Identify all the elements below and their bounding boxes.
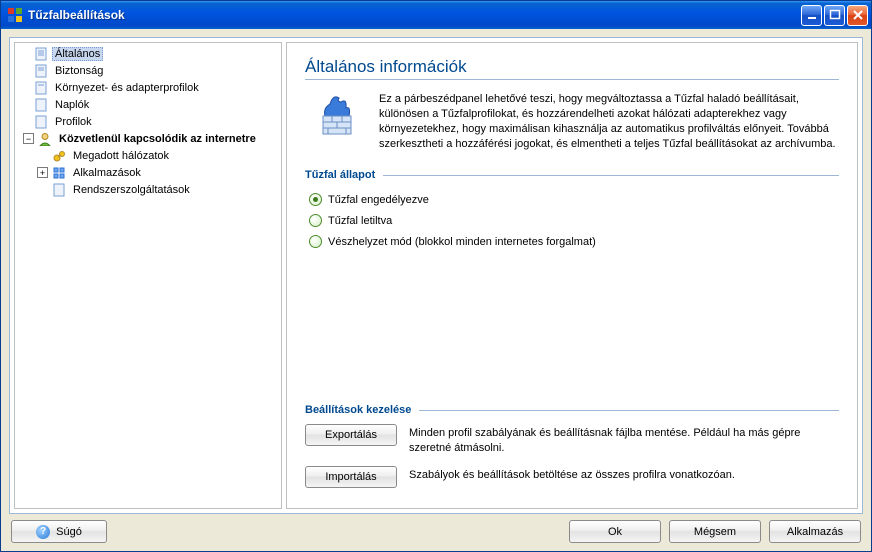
radio-label: Tűzfal letiltva bbox=[328, 215, 392, 227]
export-row: Exportálás Minden profil szabályának és … bbox=[305, 424, 839, 456]
sidebar-item-applications[interactable]: + Alkalmazások bbox=[15, 164, 281, 181]
firewall-icon bbox=[313, 92, 361, 140]
content-title: Általános információk bbox=[305, 57, 839, 80]
page-icon bbox=[33, 97, 49, 113]
divider bbox=[383, 175, 839, 176]
window-title: Tűzfalbeállítások bbox=[28, 8, 799, 22]
content-area: Általános Biztonság Környezet- és adapte… bbox=[1, 29, 871, 551]
sidebar-item-system-services[interactable]: Rendszerszolgáltatások bbox=[15, 181, 281, 198]
page-icon bbox=[33, 63, 49, 79]
apps-icon bbox=[51, 165, 67, 181]
maximize-button[interactable] bbox=[824, 5, 845, 26]
sidebar-item-label: Rendszerszolgáltatások bbox=[70, 183, 193, 197]
sidebar-item-label: Közvetlenül kapcsolódik az internetre bbox=[56, 132, 259, 146]
sidebar-item-label: Biztonság bbox=[52, 64, 106, 78]
page-icon bbox=[51, 182, 67, 198]
help-button[interactable]: ? Súgó bbox=[11, 520, 107, 543]
user-icon bbox=[37, 131, 53, 147]
apply-button[interactable]: Alkalmazás bbox=[769, 520, 861, 543]
minimize-button[interactable] bbox=[801, 5, 822, 26]
app-icon bbox=[7, 7, 23, 23]
sidebar-item-direct-internet[interactable]: − Közvetlenül kapcsolódik az internetre bbox=[15, 130, 281, 147]
help-icon: ? bbox=[36, 525, 50, 539]
sidebar-item-label: Profilok bbox=[52, 115, 95, 129]
radio-icon bbox=[309, 193, 322, 206]
sidebar-item-networks[interactable]: Megadott hálózatok bbox=[15, 147, 281, 164]
export-description: Minden profil szabályának és beállításna… bbox=[409, 424, 839, 456]
network-icon bbox=[51, 148, 67, 164]
radio-label: Tűzfal engedélyezve bbox=[328, 194, 429, 206]
sidebar-item-label: Általános bbox=[52, 47, 103, 61]
import-row: Importálás Szabályok és beállítások betö… bbox=[305, 466, 839, 488]
help-label: Súgó bbox=[56, 526, 82, 538]
radio-firewall-enabled[interactable]: Tűzfal engedélyezve bbox=[309, 193, 839, 206]
page-icon bbox=[33, 80, 49, 96]
sidebar-item-label: Alkalmazások bbox=[70, 166, 144, 180]
close-button[interactable] bbox=[847, 5, 868, 26]
radio-icon bbox=[309, 214, 322, 227]
titlebar: Tűzfalbeállítások bbox=[1, 1, 871, 29]
radio-firewall-disabled[interactable]: Tűzfal letiltva bbox=[309, 214, 839, 227]
sidebar-item-security[interactable]: Biztonság bbox=[15, 62, 281, 79]
page-icon bbox=[33, 46, 49, 62]
info-row: Ez a párbeszédpanel lehetővé teszi, hogy… bbox=[305, 92, 839, 151]
sidebar-item-general[interactable]: Általános bbox=[15, 45, 281, 62]
sidebar-item-label: Naplók bbox=[52, 98, 92, 112]
collapse-icon[interactable]: − bbox=[23, 133, 34, 144]
import-button[interactable]: Importálás bbox=[305, 466, 397, 488]
sidebar-item-logs[interactable]: Naplók bbox=[15, 96, 281, 113]
window: Tűzfalbeállítások Általános bbox=[0, 0, 872, 552]
radio-emergency-mode[interactable]: Vészhelyzet mód (blokkol minden internet… bbox=[309, 235, 839, 248]
sidebar-tree[interactable]: Általános Biztonság Környezet- és adapte… bbox=[14, 42, 282, 509]
sidebar-item-profiles[interactable]: Profilok bbox=[15, 113, 281, 130]
sidebar-item-label: Környezet- és adapterprofilok bbox=[52, 81, 202, 95]
sidebar-item-label: Megadott hálózatok bbox=[70, 149, 172, 163]
intro-text: Ez a párbeszédpanel lehetővé teszi, hogy… bbox=[379, 92, 839, 151]
page-icon bbox=[33, 114, 49, 130]
firewall-state-title: Tűzfal állapot bbox=[305, 169, 839, 181]
sidebar-item-profiles-adapter[interactable]: Környezet- és adapterprofilok bbox=[15, 79, 281, 96]
content-panel: Általános információk bbox=[286, 42, 858, 509]
export-button[interactable]: Exportálás bbox=[305, 424, 397, 446]
ok-button[interactable]: Ok bbox=[569, 520, 661, 543]
radio-icon bbox=[309, 235, 322, 248]
settings-mgmt-title: Beállítások kezelése bbox=[305, 404, 839, 416]
divider bbox=[419, 410, 839, 411]
expand-icon[interactable]: + bbox=[37, 167, 48, 178]
main-panel: Általános Biztonság Környezet- és adapte… bbox=[9, 37, 863, 514]
cancel-button[interactable]: Mégsem bbox=[669, 520, 761, 543]
footer: ? Súgó Ok Mégsem Alkalmazás bbox=[9, 520, 863, 543]
radio-label: Vészhelyzet mód (blokkol minden internet… bbox=[328, 236, 596, 248]
import-description: Szabályok és beállítások betöltése az ös… bbox=[409, 466, 839, 483]
